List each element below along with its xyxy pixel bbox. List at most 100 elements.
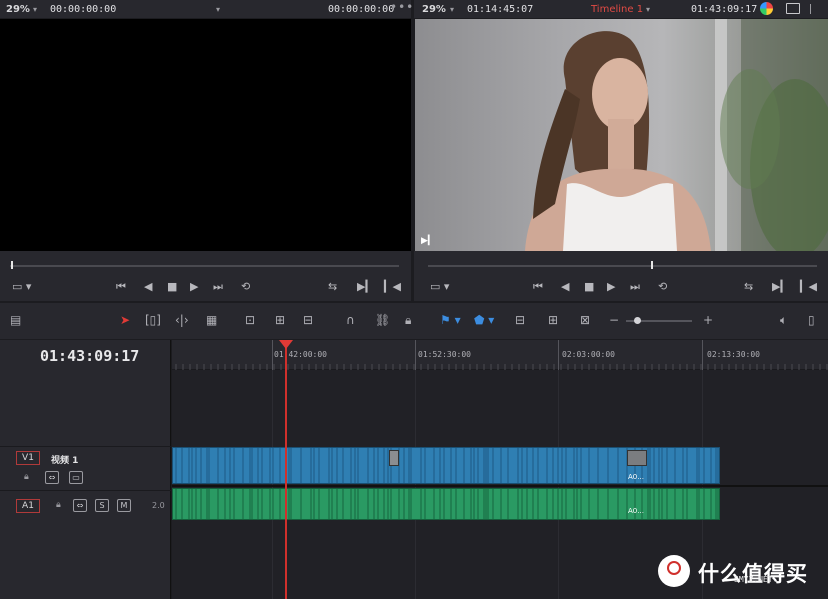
video-track-header: V1 视频 1 🔒︎ ⇔ ▭ bbox=[0, 446, 171, 486]
selection-tool-icon[interactable]: ➤ bbox=[120, 313, 130, 327]
timeline-ruler[interactable]: 01:42:00:00 01:52:30:00 02:03:00:00 02:1… bbox=[172, 340, 828, 370]
ruler-label: 02:13:30:00 bbox=[707, 350, 760, 359]
audio-track-header: A1 🔒︎ ⇔ S M 2.0 bbox=[0, 490, 171, 523]
flag-icon[interactable]: ⚑ ▾ bbox=[440, 313, 461, 327]
video-track-id[interactable]: V1 bbox=[16, 451, 40, 465]
chevron-down-icon[interactable]: ▾ bbox=[450, 5, 454, 14]
reverse-play-icon[interactable]: ◀ bbox=[144, 280, 152, 293]
site-watermark: 什么值得买 SMYZ.NET bbox=[658, 552, 828, 592]
program-scrubber[interactable] bbox=[428, 265, 817, 267]
zoom-slider-handle[interactable] bbox=[634, 317, 641, 324]
safe-area-icon[interactable]: ▭ ▾ bbox=[430, 280, 449, 293]
audio-track-id[interactable]: A1 bbox=[16, 499, 40, 513]
video-track-name[interactable]: 视频 1 bbox=[51, 453, 78, 466]
video-clip-label: A0... bbox=[628, 473, 644, 481]
position-lock-icon[interactable]: 🔒︎ bbox=[405, 313, 411, 328]
timeline-timecode[interactable]: 01:43:09:17 bbox=[40, 347, 139, 365]
mark-in-icon[interactable]: ▶▎ bbox=[772, 280, 789, 293]
blade-tool-icon[interactable]: ▦ bbox=[206, 313, 217, 327]
audio-clip[interactable]: A0... bbox=[172, 488, 720, 520]
timeline-view-options-icon[interactable]: ▤ bbox=[10, 313, 21, 327]
play-overlay-icon[interactable]: ▶▎ bbox=[421, 236, 435, 246]
source-scrubber[interactable] bbox=[10, 265, 399, 267]
dynamic-trim-icon[interactable]: ‹|› bbox=[175, 313, 189, 327]
clip-thumbnail bbox=[389, 450, 399, 466]
track-divider bbox=[172, 485, 828, 487]
playhead-line[interactable] bbox=[285, 340, 287, 599]
marker-icon[interactable]: ⬟ ▾ bbox=[474, 313, 494, 327]
program-zoom-level[interactable]: 29% bbox=[422, 4, 446, 15]
chevron-down-icon[interactable]: ▾ bbox=[33, 5, 37, 14]
source-timecode-duration: 00:00:00:00 bbox=[50, 3, 117, 15]
lock-icon[interactable]: 🔒︎ bbox=[56, 500, 61, 510]
viewer-window-icon[interactable] bbox=[786, 3, 800, 14]
lock-icon[interactable]: 🔒︎ bbox=[24, 472, 29, 482]
jump-to-end-icon[interactable]: ⏭ bbox=[213, 280, 223, 294]
auto-select-icon[interactable]: ⇔ bbox=[45, 471, 59, 484]
edit-toolbar: ▤ ➤ [▯] ‹|› ▦ ⊡ ⊞ ⊟ ∩ ⛓ 🔒︎ ⚑ ▾ ⬟ ▾ ⊟ ⊞ ⊠… bbox=[0, 302, 828, 339]
snapping-icon[interactable]: ∩ bbox=[346, 313, 355, 327]
mark-out-icon[interactable]: ▎◀ bbox=[800, 280, 817, 293]
solo-button[interactable]: S bbox=[95, 499, 109, 512]
chevron-down-icon[interactable]: ▾ bbox=[216, 5, 220, 14]
ruler-major-tick bbox=[415, 340, 416, 370]
mark-in-icon[interactable]: ▶▎ bbox=[357, 280, 374, 293]
source-monitor-header: 29% ▾ 00:00:00:00 ▾ 00:00:00:00 ••• bbox=[0, 0, 414, 18]
zoom-custom-icon[interactable]: ⊠ bbox=[580, 313, 590, 327]
program-scrub-handle[interactable] bbox=[651, 261, 653, 269]
replace-clip-icon[interactable]: ⊟ bbox=[303, 313, 313, 327]
stop-icon[interactable]: ■ bbox=[167, 280, 177, 293]
trim-tool-icon[interactable]: [▯] bbox=[145, 313, 161, 327]
loop-icon[interactable]: ⟲ bbox=[658, 280, 667, 293]
program-viewer[interactable]: ▶▎ bbox=[415, 19, 828, 251]
source-transport: ▭ ▾ ⏮ ◀ ■ ▶ ⏭ ⟲ ⇆ ▶▎ ▎◀ bbox=[0, 251, 411, 301]
program-timecode-current: 01:43:09:17 bbox=[691, 3, 758, 15]
chevron-down-icon[interactable]: ▾ bbox=[646, 5, 650, 14]
zoom-full-icon[interactable]: ⊟ bbox=[515, 313, 525, 327]
source-timecode-current: 00:00:00:00 bbox=[328, 3, 395, 15]
safe-area-icon[interactable]: ▭ ▾ bbox=[12, 280, 31, 293]
audio-meter-icon[interactable]: ▯ bbox=[808, 313, 815, 327]
jump-to-end-icon[interactable]: ⏭ bbox=[630, 280, 640, 294]
audio-channel-format: 2.0 bbox=[152, 501, 165, 510]
stop-icon[interactable]: ■ bbox=[584, 280, 594, 293]
playhead-handle[interactable] bbox=[279, 340, 293, 349]
disable-video-icon[interactable]: ▭ bbox=[69, 471, 83, 484]
zoom-in-icon[interactable]: + bbox=[703, 313, 713, 327]
linked-selection-icon[interactable]: ⛓ bbox=[375, 313, 390, 327]
play-icon[interactable]: ▶ bbox=[607, 280, 615, 293]
ruler-label: 02:03:00:00 bbox=[562, 350, 615, 359]
reverse-play-icon[interactable]: ◀ bbox=[561, 280, 569, 293]
source-zoom-level[interactable]: 29% bbox=[6, 4, 30, 15]
more-options-icon[interactable]: ••• bbox=[390, 0, 414, 14]
watermark-sub: SMYZ.NET bbox=[734, 575, 773, 584]
jump-to-start-icon[interactable]: ⏮ bbox=[116, 280, 126, 294]
video-clip[interactable]: A0... bbox=[172, 447, 720, 484]
loop-icon[interactable]: ⟲ bbox=[241, 280, 250, 293]
auto-select-icon[interactable]: ⇔ bbox=[73, 499, 87, 512]
match-frame-icon[interactable]: ⇆ bbox=[744, 280, 753, 293]
audio-clip-cuts bbox=[175, 489, 719, 519]
source-viewer[interactable] bbox=[0, 19, 411, 251]
mute-button[interactable]: M bbox=[117, 499, 131, 512]
zoom-out-icon[interactable]: − bbox=[609, 313, 619, 327]
track-header-panel: 01:43:09:17 V1 视频 1 🔒︎ ⇔ ▭ A1 🔒︎ ⇔ S M 2… bbox=[0, 340, 171, 599]
timeline-name[interactable]: Timeline 1 bbox=[591, 4, 643, 15]
program-timecode-duration: 01:14:45:07 bbox=[467, 3, 534, 15]
zoom-detail-icon[interactable]: ⊞ bbox=[548, 313, 558, 327]
ruler-major-tick bbox=[272, 340, 273, 370]
mark-out-icon[interactable]: ▎◀ bbox=[384, 280, 401, 293]
more-options-icon[interactable] bbox=[810, 4, 820, 14]
play-icon[interactable]: ▶ bbox=[190, 280, 198, 293]
program-monitor-header: 29% ▾ 01:14:45:07 Timeline 1 ▾ 01:43:09:… bbox=[414, 0, 828, 18]
ruler-major-tick bbox=[558, 340, 559, 370]
color-wheel-icon[interactable] bbox=[760, 2, 773, 15]
source-scrub-handle[interactable] bbox=[11, 261, 13, 269]
jump-to-start-icon[interactable]: ⏮ bbox=[533, 280, 543, 294]
audio-volume-icon[interactable]: 🔈︎ bbox=[780, 313, 787, 328]
match-frame-icon[interactable]: ⇆ bbox=[328, 280, 337, 293]
clip-thumbnail bbox=[627, 450, 647, 466]
overwrite-clip-icon[interactable]: ⊞ bbox=[275, 313, 285, 327]
ruler-label: 01:52:30:00 bbox=[418, 350, 471, 359]
insert-clip-icon[interactable]: ⊡ bbox=[245, 313, 255, 327]
